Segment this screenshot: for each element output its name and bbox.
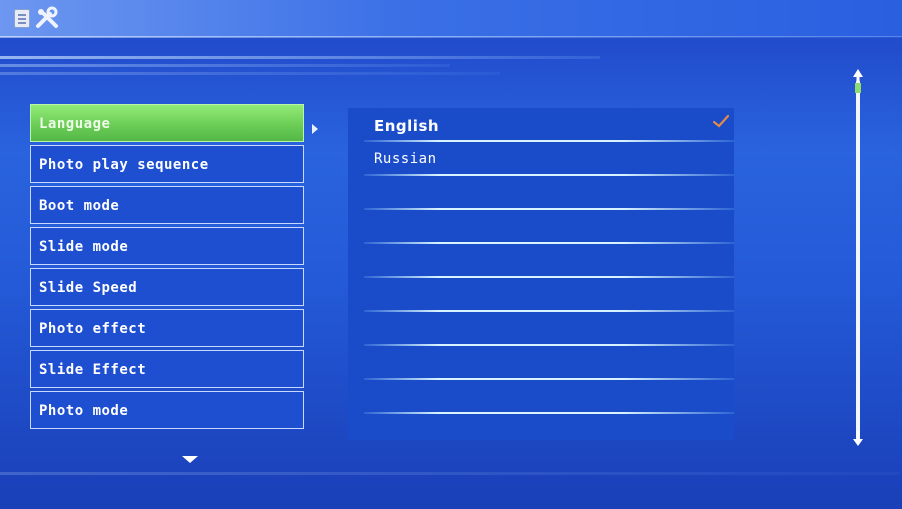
- options-panel: English Russian: [348, 108, 734, 440]
- title-bar: [0, 0, 902, 37]
- option-label: Russian: [374, 151, 437, 167]
- option-row[interactable]: [348, 244, 734, 278]
- light-band: [0, 72, 500, 75]
- option-label: English: [374, 117, 440, 135]
- scroll-down-icon[interactable]: [850, 430, 866, 448]
- menu-item-slide-speed[interactable]: Slide Speed: [30, 268, 304, 306]
- scroll-up-icon[interactable]: [850, 67, 866, 95]
- light-band: [0, 56, 600, 59]
- option-row[interactable]: [348, 380, 734, 414]
- option-row[interactable]: English: [348, 108, 734, 142]
- menu-item-photo-effect[interactable]: Photo effect: [30, 309, 304, 347]
- scroll-down-arrow-icon[interactable]: [182, 456, 198, 463]
- option-row[interactable]: [348, 210, 734, 244]
- menu-item-language[interactable]: Language: [30, 104, 304, 142]
- tools-icon[interactable]: [34, 6, 60, 30]
- header-divider: [0, 36, 902, 38]
- menu-item-slide-effect[interactable]: Slide Effect: [30, 350, 304, 388]
- settings-menu: Language Photo play sequence Boot mode Slid…: [30, 104, 304, 432]
- light-band: [0, 472, 900, 475]
- option-row[interactable]: [348, 176, 734, 210]
- menu-item-slide-mode[interactable]: Slide mode: [30, 227, 304, 265]
- menu-item-photo-mode[interactable]: Photo mode: [30, 391, 304, 429]
- option-row[interactable]: [348, 312, 734, 346]
- document-icon[interactable]: [14, 9, 30, 28]
- option-row[interactable]: [348, 278, 734, 312]
- pointer-right-icon: [312, 124, 318, 134]
- option-divider: [364, 412, 734, 414]
- option-row[interactable]: Russian: [348, 142, 734, 176]
- menu-item-photo-play-sequence[interactable]: Photo play sequence: [30, 145, 304, 183]
- scrollbar-track[interactable]: [856, 80, 860, 442]
- checkmark-icon: [712, 114, 730, 128]
- menu-item-boot-mode[interactable]: Boot mode: [30, 186, 304, 224]
- option-row[interactable]: [348, 346, 734, 380]
- light-band: [0, 64, 450, 67]
